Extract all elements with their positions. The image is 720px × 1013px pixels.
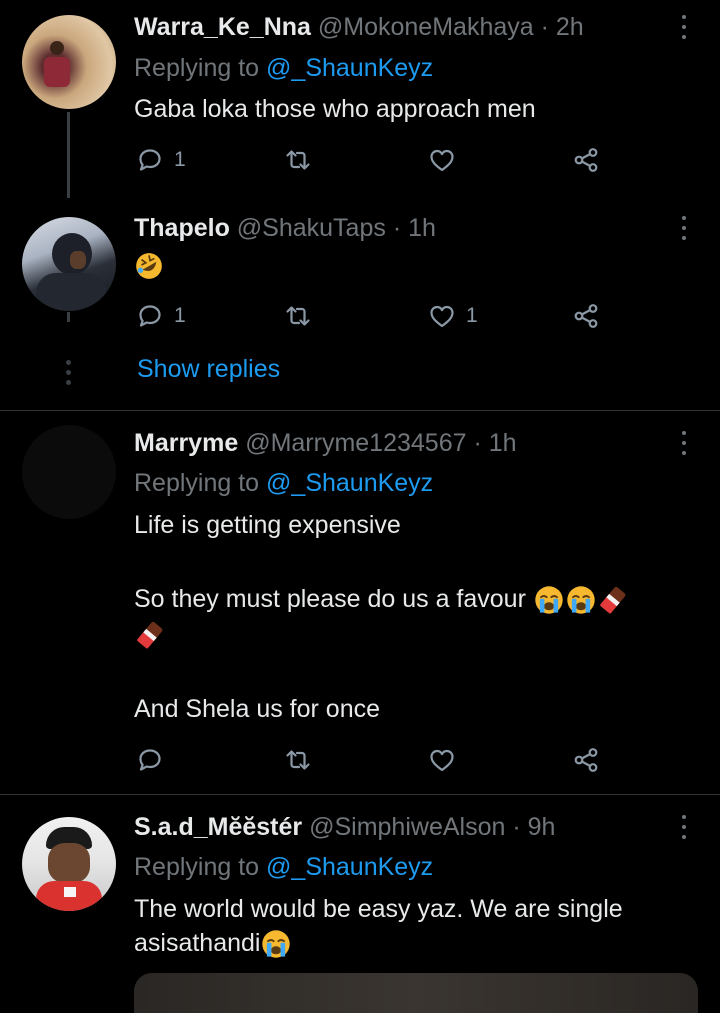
handle-time[interactable]: @Marryme1234567 · 1h — [245, 429, 516, 457]
tweet-header: Thapelo @ShakuTaps · 1h — [134, 213, 436, 243]
replying-to-label: Replying to — [134, 853, 260, 881]
retweet-icon — [286, 750, 310, 770]
avatar[interactable] — [22, 425, 116, 519]
tweet-text-line: Life is getting expensive — [134, 511, 401, 539]
tweet-actions — [134, 742, 614, 778]
share-icon — [574, 304, 598, 328]
loudly-crying-face-icon — [261, 929, 292, 960]
replying-to: Replying to @_ShaunKeyz — [134, 53, 433, 83]
tweet-actions: 1 — [134, 142, 614, 178]
tweet-text: Gaba loka those who approach men — [134, 95, 536, 123]
retweet-icon — [286, 306, 310, 326]
tweet-header: Warra_Ke_Nna @MokoneMakhaya · 2h — [134, 12, 584, 42]
thread-line — [67, 112, 70, 198]
avatar[interactable] — [22, 217, 116, 311]
thread-line — [67, 312, 70, 322]
like-button[interactable] — [428, 742, 456, 778]
tweet-text — [134, 250, 164, 281]
replying-to-handle[interactable]: @_ShaunKeyz — [266, 54, 433, 82]
more-options-icon[interactable] — [671, 813, 697, 843]
heart-icon — [430, 149, 454, 172]
reply-icon — [139, 749, 161, 771]
more-options-icon[interactable] — [671, 13, 697, 43]
replying-to-handle[interactable]: @_ShaunKeyz — [266, 469, 433, 497]
reply-button[interactable] — [136, 742, 164, 778]
tweet-text-line: asisathandi — [134, 928, 292, 960]
display-name[interactable]: S.a.d_Mĕĕstér — [134, 813, 302, 841]
replying-to-label: Replying to — [134, 54, 260, 82]
retweet-button[interactable] — [284, 142, 312, 178]
replying-to-label: Replying to — [134, 469, 260, 497]
thread-continuation-dots — [66, 360, 71, 390]
replying-to: Replying to @_ShaunKeyz — [134, 468, 433, 498]
display-name[interactable]: Marryme — [134, 429, 238, 457]
tweet[interactable]: Thapelo @ShakuTaps · 1h 1 1 Show replies — [0, 200, 720, 410]
replying-to: Replying to @_ShaunKeyz — [134, 852, 433, 882]
handle-time[interactable]: @ShakuTaps · 1h — [237, 214, 436, 242]
tweet[interactable]: Marryme @Marryme1234567 · 1h Replying to… — [0, 411, 720, 794]
like-button[interactable] — [428, 142, 456, 178]
tweet[interactable]: S.a.d_Mĕĕstér @SimphiweAlson · 9h Replyi… — [0, 795, 720, 1013]
reply-count: 1 — [174, 148, 186, 171]
tweet-text-line: The world would be easy yaz. We are sing… — [134, 895, 623, 923]
avatar[interactable] — [22, 817, 116, 911]
loudly-crying-face-icon — [534, 585, 564, 616]
like-count: 1 — [466, 304, 478, 327]
tweet-header: S.a.d_Mĕĕstér @SimphiweAlson · 9h — [134, 812, 555, 842]
tweet[interactable]: Warra_Ke_Nna @MokoneMakhaya · 2h Replyin… — [0, 0, 720, 200]
replying-to-handle[interactable]: @_ShaunKeyz — [266, 853, 433, 881]
tweet-text-span: So they must please do us a favour — [134, 585, 526, 613]
tweet-actions: 1 1 — [134, 298, 614, 334]
tweet-text-line — [134, 619, 166, 651]
loudly-crying-face-icon — [566, 585, 596, 616]
tweet-text-line: And Shela us for once — [134, 695, 380, 723]
reply-button[interactable]: 1 — [136, 298, 186, 334]
reply-button[interactable]: 1 — [136, 142, 186, 178]
handle-time[interactable]: @SimphiweAlson · 9h — [309, 813, 555, 841]
rolling-on-floor-laughing-icon — [135, 252, 163, 281]
avatar[interactable] — [22, 15, 116, 109]
display-name[interactable]: Warra_Ke_Nna — [134, 13, 311, 41]
reply-count: 1 — [174, 304, 186, 327]
tweet-text-span: asisathandi — [134, 929, 261, 957]
show-replies-link[interactable]: Show replies — [137, 355, 280, 384]
tweet-header: Marryme @Marryme1234567 · 1h — [134, 428, 517, 458]
reply-icon — [139, 149, 161, 171]
share-button[interactable] — [572, 742, 600, 778]
retweet-icon — [286, 150, 310, 170]
heart-icon — [430, 305, 454, 328]
share-icon — [574, 148, 598, 172]
retweet-button[interactable] — [284, 298, 312, 334]
share-button[interactable] — [572, 298, 600, 334]
media-preview[interactable] — [134, 973, 698, 1013]
more-options-icon[interactable] — [671, 214, 697, 244]
display-name[interactable]: Thapelo — [134, 214, 230, 242]
chocolate-bar-icon — [136, 621, 164, 650]
reply-icon — [139, 305, 161, 327]
share-icon — [574, 748, 598, 772]
more-options-icon[interactable] — [671, 429, 697, 459]
retweet-button[interactable] — [284, 742, 312, 778]
tweet-text-line: So they must please do us a favour — [134, 584, 629, 616]
like-button[interactable]: 1 — [428, 298, 478, 334]
heart-icon — [430, 749, 454, 772]
chocolate-bar-icon — [599, 586, 627, 615]
share-button[interactable] — [572, 142, 600, 178]
handle-time[interactable]: @MokoneMakhaya · 2h — [318, 13, 584, 41]
